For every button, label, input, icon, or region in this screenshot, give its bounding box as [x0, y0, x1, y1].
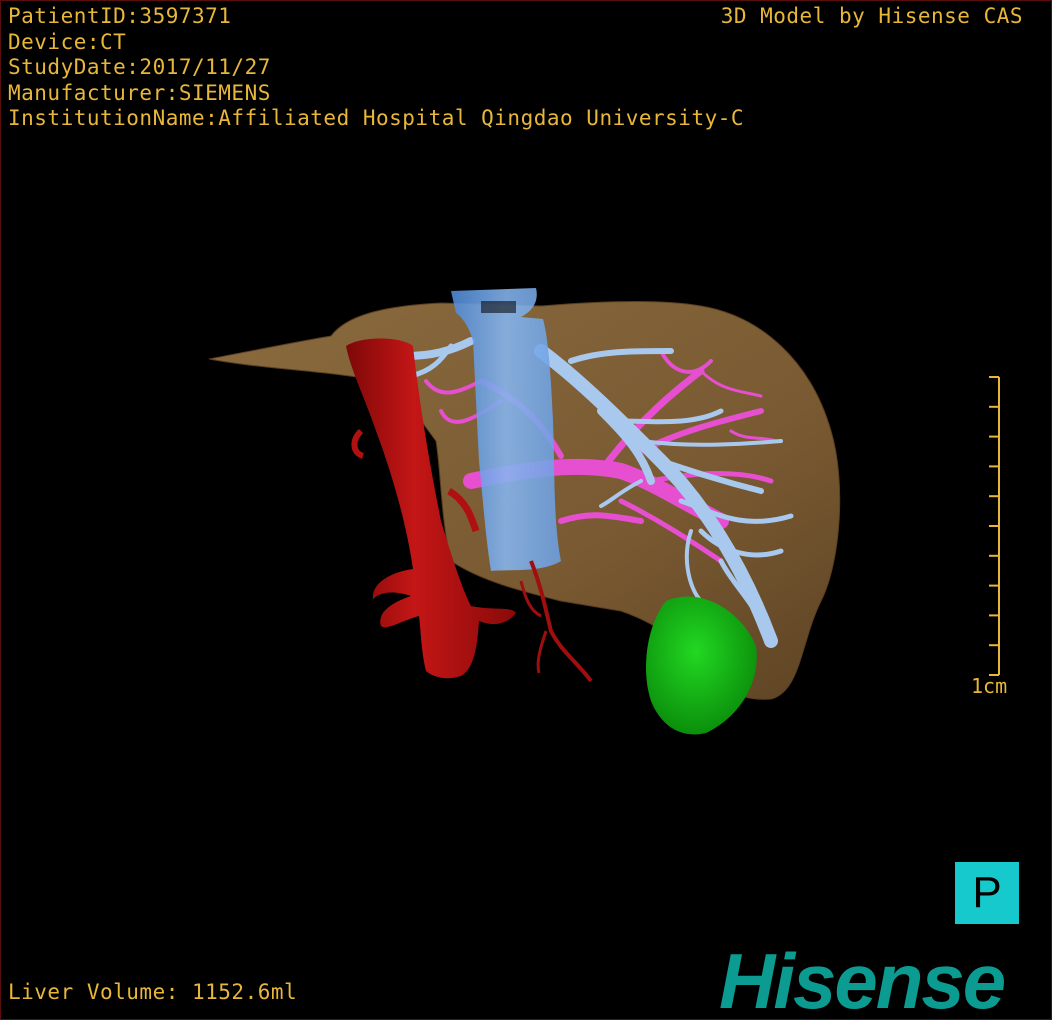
hisense-logo: Hisense	[719, 937, 1006, 1020]
study-date: StudyDate:2017/11/27	[8, 55, 271, 79]
device: Device:CT	[8, 29, 127, 54]
model-brand-caption: 3D Model by Hisense CAS	[720, 4, 1023, 28]
liver-volume: Liver Volume: 1152.6ml	[8, 979, 298, 1004]
3d-viewport[interactable]: PatientID:3597371 Device:CT StudyDate:20…	[0, 0, 1052, 1020]
3d-liver-model[interactable]	[1, 1, 1052, 1020]
orientation-marker[interactable]: P	[955, 862, 1019, 924]
patient-info-overlay: PatientID:3597371 Device:CT StudyDate:20…	[8, 4, 744, 132]
patient-id: PatientID:3597371	[8, 4, 232, 28]
institution-name: InstitutionName:Affiliated Hospital Qing…	[8, 106, 745, 130]
scale-bar-ticks	[989, 376, 999, 676]
scale-bar-label: 1cm	[971, 674, 1008, 698]
manufacturer: Manufacturer:SIEMENS	[8, 80, 271, 105]
